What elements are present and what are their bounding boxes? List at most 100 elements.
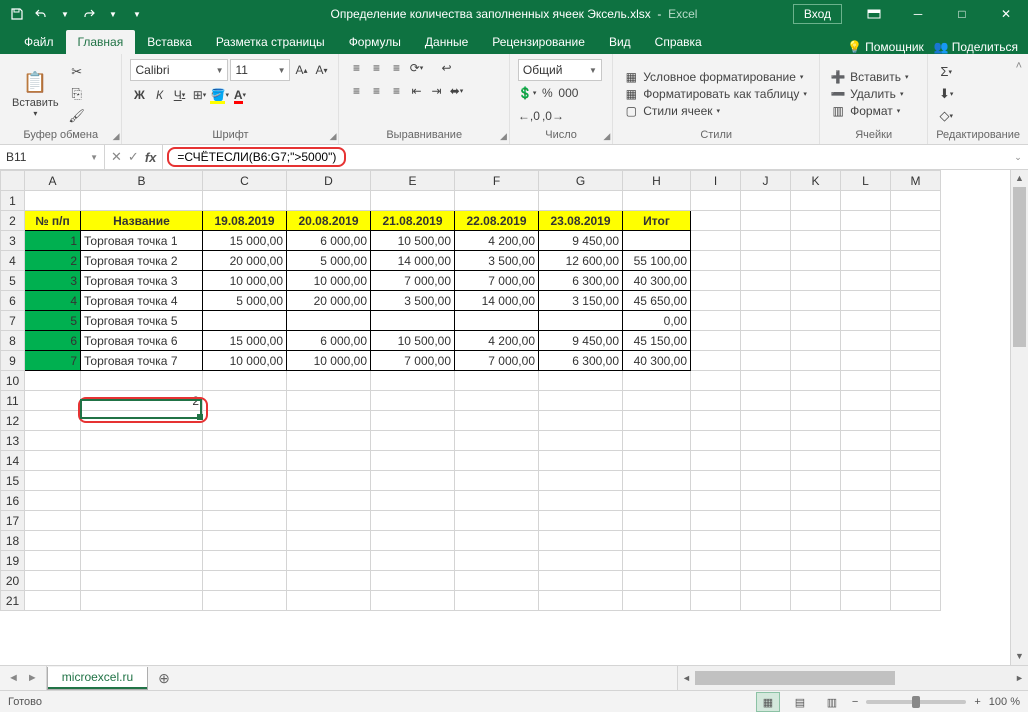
cell-K4[interactable] <box>791 251 841 271</box>
cell-G21[interactable] <box>539 591 623 611</box>
cell-J14[interactable] <box>741 451 791 471</box>
cell-C4[interactable]: 20 000,00 <box>203 251 287 271</box>
cell-A3[interactable]: 1 <box>25 231 81 251</box>
cell-D6[interactable]: 20 000,00 <box>287 291 371 311</box>
cell-E16[interactable] <box>371 491 455 511</box>
cell-C14[interactable] <box>203 451 287 471</box>
cell-H9[interactable]: 40 300,00 <box>623 351 691 371</box>
row-header-17[interactable]: 17 <box>1 511 25 531</box>
col-header-D[interactable]: D <box>287 171 371 191</box>
cell-E10[interactable] <box>371 371 455 391</box>
cell-J4[interactable] <box>741 251 791 271</box>
cell-K17[interactable] <box>791 511 841 531</box>
cell-G12[interactable] <box>539 411 623 431</box>
cell-K2[interactable] <box>791 211 841 231</box>
cell-M20[interactable] <box>891 571 941 591</box>
cell-G9[interactable]: 6 300,00 <box>539 351 623 371</box>
cell-L14[interactable] <box>841 451 891 471</box>
cell-H6[interactable]: 45 650,00 <box>623 291 691 311</box>
comma-format-icon[interactable]: 000 <box>558 84 578 102</box>
cell-B5[interactable]: Торговая точка 3 <box>81 271 203 291</box>
cell-K13[interactable] <box>791 431 841 451</box>
cell-A18[interactable] <box>25 531 81 551</box>
cell-I14[interactable] <box>691 451 741 471</box>
cell-E9[interactable]: 7 000,00 <box>371 351 455 371</box>
cell-K19[interactable] <box>791 551 841 571</box>
cell-E4[interactable]: 14 000,00 <box>371 251 455 271</box>
italic-button[interactable]: К <box>150 86 168 104</box>
cell-B10[interactable] <box>81 371 203 391</box>
cell-C20[interactable] <box>203 571 287 591</box>
cell-J17[interactable] <box>741 511 791 531</box>
cell-J7[interactable] <box>741 311 791 331</box>
sign-in-button[interactable]: Вход <box>793 4 842 24</box>
insert-function-icon[interactable]: fx <box>145 150 157 165</box>
conditional-formatting-button[interactable]: ▦Условное форматирование ▾ <box>621 69 811 85</box>
cell-G7[interactable] <box>539 311 623 331</box>
decrease-font-icon[interactable]: A▾ <box>312 61 330 79</box>
cell-A12[interactable] <box>25 411 81 431</box>
cell-A10[interactable] <box>25 371 81 391</box>
cell-F17[interactable] <box>455 511 539 531</box>
cell-A15[interactable] <box>25 471 81 491</box>
cell-I21[interactable] <box>691 591 741 611</box>
cell-I17[interactable] <box>691 511 741 531</box>
vscroll-thumb[interactable] <box>1013 187 1026 347</box>
cell-C17[interactable] <box>203 511 287 531</box>
cell-F19[interactable] <box>455 551 539 571</box>
cell-D7[interactable] <box>287 311 371 331</box>
cell-B16[interactable] <box>81 491 203 511</box>
cell-A16[interactable] <box>25 491 81 511</box>
cell-H7[interactable]: 0,00 <box>623 311 691 331</box>
cell-D12[interactable] <box>287 411 371 431</box>
cell-D8[interactable]: 6 000,00 <box>287 331 371 351</box>
col-header-E[interactable]: E <box>371 171 455 191</box>
cell-M6[interactable] <box>891 291 941 311</box>
align-left-icon[interactable]: ≡ <box>347 82 365 100</box>
cell-H10[interactable] <box>623 371 691 391</box>
cell-H13[interactable] <box>623 431 691 451</box>
col-header-G[interactable]: G <box>539 171 623 191</box>
col-header-F[interactable]: F <box>455 171 539 191</box>
cell-E3[interactable]: 10 500,00 <box>371 231 455 251</box>
cell-J19[interactable] <box>741 551 791 571</box>
cell-C2[interactable]: 19.08.2019 <box>203 211 287 231</box>
cell-B9[interactable]: Торговая точка 7 <box>81 351 203 371</box>
cell-K14[interactable] <box>791 451 841 471</box>
cell-C9[interactable]: 10 000,00 <box>203 351 287 371</box>
cell-I1[interactable] <box>691 191 741 211</box>
cell-J21[interactable] <box>741 591 791 611</box>
cell-B17[interactable] <box>81 511 203 531</box>
cell-M7[interactable] <box>891 311 941 331</box>
cell-L7[interactable] <box>841 311 891 331</box>
name-box[interactable]: B11▼ <box>0 145 105 169</box>
cell-E8[interactable]: 10 500,00 <box>371 331 455 351</box>
increase-font-icon[interactable]: A▴ <box>292 61 310 79</box>
cell-G2[interactable]: 23.08.2019 <box>539 211 623 231</box>
cell-H16[interactable] <box>623 491 691 511</box>
enter-formula-icon[interactable]: ✓ <box>128 149 139 165</box>
decrease-decimal-icon[interactable]: ,0→ <box>542 107 564 125</box>
cell-H5[interactable]: 40 300,00 <box>623 271 691 291</box>
row-header-15[interactable]: 15 <box>1 471 25 491</box>
minimize-button[interactable]: ─ <box>896 0 940 28</box>
cell-K5[interactable] <box>791 271 841 291</box>
cell-E1[interactable] <box>371 191 455 211</box>
cell-L10[interactable] <box>841 371 891 391</box>
tab-home[interactable]: Главная <box>66 30 136 54</box>
cell-L18[interactable] <box>841 531 891 551</box>
cell-I13[interactable] <box>691 431 741 451</box>
clear-icon[interactable]: ◇▾ <box>936 106 956 126</box>
cell-A19[interactable] <box>25 551 81 571</box>
cell-G14[interactable] <box>539 451 623 471</box>
row-header-7[interactable]: 7 <box>1 311 25 331</box>
ribbon-display-icon[interactable] <box>852 0 896 28</box>
cell-D21[interactable] <box>287 591 371 611</box>
align-top-icon[interactable]: ≡ <box>347 59 365 77</box>
cell-H15[interactable] <box>623 471 691 491</box>
cell-F11[interactable] <box>455 391 539 411</box>
cell-I19[interactable] <box>691 551 741 571</box>
cell-I4[interactable] <box>691 251 741 271</box>
cell-K10[interactable] <box>791 371 841 391</box>
tell-me-input[interactable]: 💡 Помощник <box>847 40 924 54</box>
